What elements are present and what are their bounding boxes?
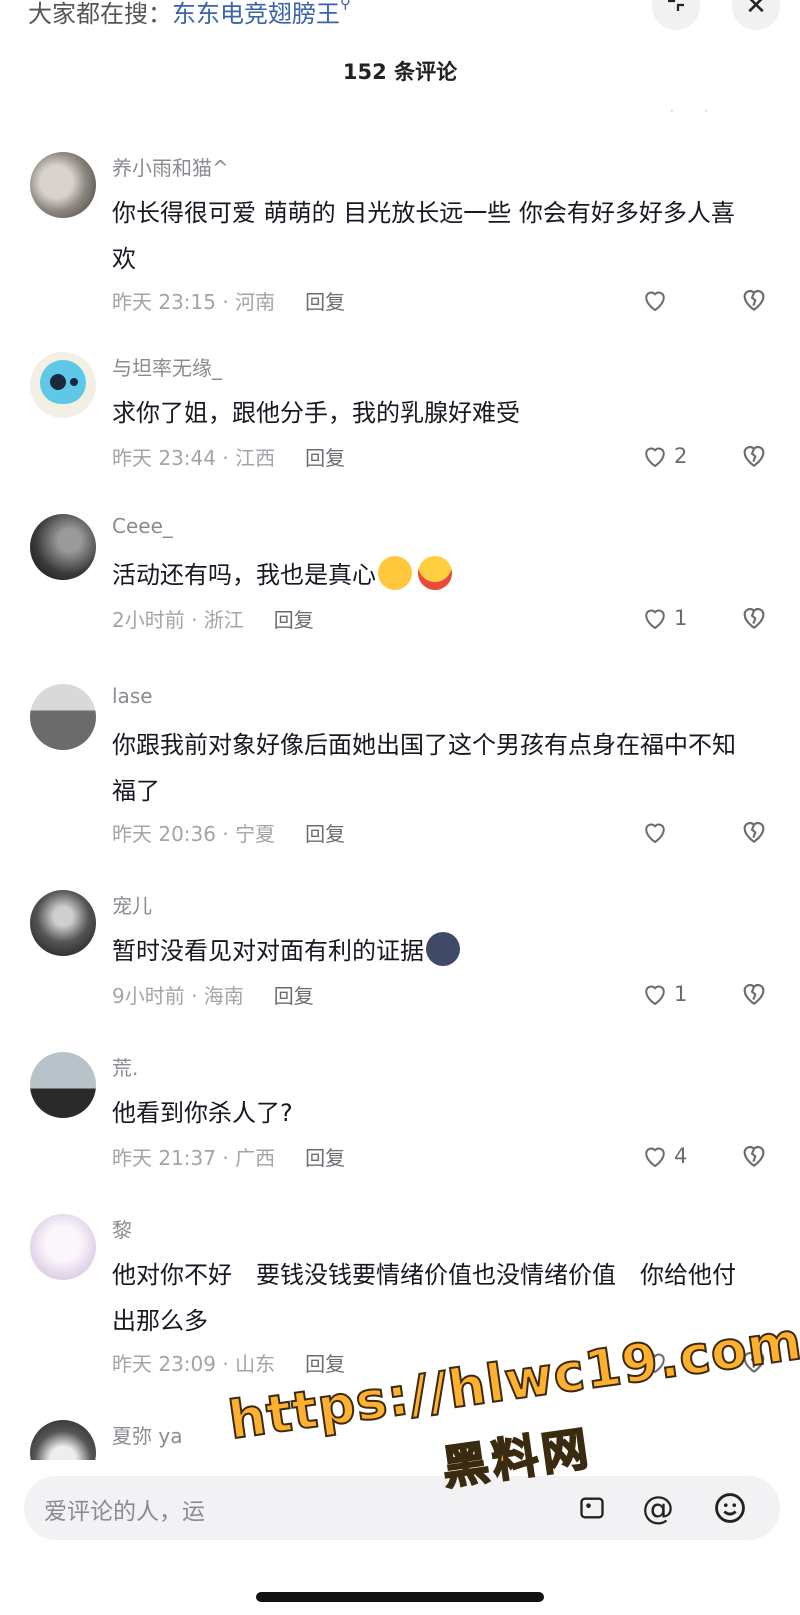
comment-time-location: 9小时前 · 海南 [112, 984, 244, 1008]
close-button[interactable]: ✕ [732, 0, 780, 30]
comment-text: 他对你不好 要钱没钱要情绪价值也没情绪价值 你给他付出那么多 [112, 1261, 736, 1335]
broken-heart-icon[interactable] [738, 601, 770, 633]
broken-heart-icon[interactable] [738, 977, 770, 1009]
comment-meta: 昨天 20:36 · 宁夏 回复 [112, 818, 345, 847]
comment-count-title: 152 条评论 [342, 60, 458, 84]
like-count: 2 [674, 444, 688, 468]
reply-button[interactable]: 回复 [274, 984, 314, 1008]
comment-time-location: 昨天 23:15 · 河南 [112, 290, 276, 314]
heart-icon [645, 609, 665, 630]
like-button[interactable]: 4 [640, 1138, 700, 1174]
comment-author[interactable]: 养小雨和猫^ [112, 152, 229, 181]
comment-meta: 2小时前 · 浙江 回复 [112, 604, 314, 633]
collapse-button[interactable] [652, 0, 700, 30]
like-button[interactable] [640, 814, 700, 850]
avatar[interactable] [30, 152, 96, 218]
comment-author[interactable]: lase [112, 684, 153, 708]
comment-time-location: 昨天 20:36 · 宁夏 [112, 822, 276, 846]
like-count: 1 [674, 982, 688, 1006]
comment-time-location: 2小时前 · 浙江 [112, 608, 244, 632]
broken-heart-icon[interactable] [738, 815, 770, 847]
watermark-text: 黑料网 [438, 1420, 596, 1496]
smiley-icon [715, 1493, 745, 1523]
collapse-icon [664, 0, 688, 22]
comment-text: 暂时没看见对对面有利的证据 [112, 928, 752, 974]
comment-text-content: 活动还有吗，我也是真心 [112, 561, 376, 589]
like-button[interactable]: 1 [640, 976, 700, 1012]
dark-face-emoji-icon [426, 932, 460, 966]
comment-author[interactable]: Ceee_ [112, 514, 173, 538]
comment-author[interactable]: 夏弥 ya [112, 1420, 182, 1449]
reply-button[interactable]: 回复 [274, 608, 314, 632]
like-button[interactable] [640, 282, 700, 318]
comment-author[interactable]: 黎 [112, 1214, 132, 1243]
reply-button[interactable]: 回复 [305, 446, 345, 470]
comment-text: 你长得很可爱 萌萌的 目光放长远一些 你会有好多好多人喜欢 [112, 199, 735, 273]
comment-text: 活动还有吗，我也是真心 [112, 552, 752, 598]
reply-button[interactable]: 回复 [305, 822, 345, 846]
heart-icon [645, 1147, 665, 1168]
avatar[interactable] [30, 1052, 96, 1118]
search-suggestion[interactable]: 大家都在搜：东东电竞翅膀王⚲ [28, 0, 351, 29]
comment-time-location: 昨天 23:44 · 江西 [112, 446, 276, 470]
comment-meta: 昨天 23:09 · 山东 回复 [112, 1348, 345, 1377]
comment-meta: 昨天 23:15 · 河南 回复 [112, 286, 345, 315]
comment-time-location: 昨天 21:37 · 广西 [112, 1146, 276, 1170]
scroll-hint: ·· [670, 104, 738, 118]
comment-meta: 昨天 23:44 · 江西 回复 [112, 442, 345, 471]
comment-meta: 昨天 21:37 · 广西 回复 [112, 1142, 345, 1171]
broken-heart-icon[interactable] [738, 439, 770, 471]
avatar[interactable] [30, 1214, 96, 1280]
comment-text: 他看到你杀人了? [112, 1099, 293, 1127]
comment-author[interactable]: 宠儿 [112, 890, 152, 919]
heart-icon [645, 291, 665, 312]
close-icon: ✕ [745, 0, 767, 21]
broken-heart-icon[interactable] [738, 283, 770, 315]
comment-input-placeholder[interactable]: 爱评论的人，运 [44, 1492, 205, 1526]
ok-hand-emoji-icon [378, 556, 412, 590]
comment-author[interactable]: 荒. [112, 1052, 138, 1081]
reply-button[interactable]: 回复 [305, 1146, 345, 1170]
like-count: 4 [674, 1144, 688, 1168]
search-suggestion-keyword[interactable]: 东东电竞翅膀王 [172, 0, 340, 28]
avatar[interactable] [30, 890, 96, 956]
reply-button[interactable]: 回复 [305, 290, 345, 314]
search-suggestion-prefix: 大家都在搜： [28, 0, 172, 28]
heart-icon [645, 823, 665, 844]
comment-time-location: 昨天 23:09 · 山东 [112, 1352, 276, 1376]
heart-icon [645, 985, 665, 1006]
home-indicator[interactable] [256, 1592, 544, 1602]
avatar[interactable] [30, 352, 96, 418]
comment-meta: 9小时前 · 海南 回复 [112, 980, 314, 1009]
search-icon: ⚲ [340, 0, 351, 12]
like-button[interactable]: 2 [640, 438, 700, 474]
heart-icon [645, 447, 665, 468]
comment-text: 求你了姐，跟他分手，我的乳腺好难受 [112, 399, 520, 427]
avatar[interactable] [30, 684, 96, 750]
avatar[interactable] [30, 1420, 96, 1460]
comment-text: 你跟我前对象好像后面她出国了这个男孩有点身在福中不知福了 [112, 731, 736, 805]
like-count: 1 [674, 606, 688, 630]
broken-heart-icon[interactable] [738, 1139, 770, 1171]
laughing-crying-emoji-icon [418, 556, 452, 590]
reply-button[interactable]: 回复 [305, 1352, 345, 1376]
like-button[interactable]: 1 [640, 600, 700, 636]
comment-text-content: 暂时没看见对对面有利的证据 [112, 937, 424, 965]
avatar[interactable] [30, 514, 96, 580]
comment-author[interactable]: 与坦率无缘_ [112, 352, 222, 381]
top-bar: 大家都在搜：东东电竞翅膀王⚲ ✕ [0, 0, 800, 40]
